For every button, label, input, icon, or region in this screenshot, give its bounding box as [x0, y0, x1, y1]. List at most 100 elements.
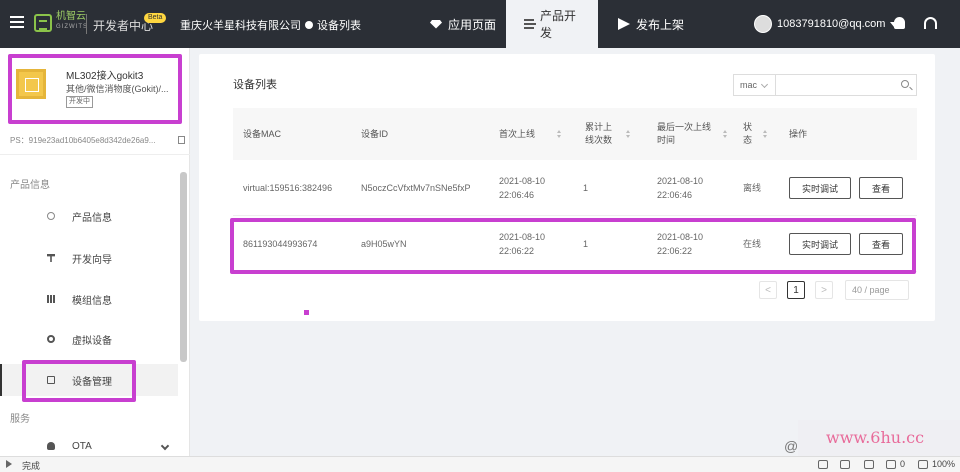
tab-publish[interactable]: 发布上架 — [600, 0, 702, 48]
next-page-button[interactable]: > — [815, 281, 833, 299]
sidebar-item-device-management[interactable]: 设备管理 — [0, 364, 178, 396]
chevron-down-icon — [160, 441, 170, 451]
sort-icon[interactable] — [557, 130, 562, 139]
download-icon[interactable] — [886, 460, 896, 469]
sidebar-item-label: 产品信息 — [72, 212, 112, 224]
watermark-at: @ — [784, 438, 799, 454]
lock-icon[interactable] — [864, 460, 874, 469]
sidebar-item-label: OTA — [72, 440, 92, 452]
marker-dot — [304, 310, 309, 315]
zoom-level: 100% — [932, 459, 956, 469]
user-menu[interactable]: 1083791810@qq.com — [754, 15, 899, 33]
info-circle-icon — [47, 212, 55, 220]
tab-label: 发布上架 — [636, 17, 685, 32]
gem-icon — [430, 19, 442, 29]
page-1-button[interactable]: 1 — [787, 281, 805, 299]
user-email: 1083791810@qq.com — [777, 18, 886, 30]
headset-icon[interactable] — [924, 17, 937, 29]
search-icon[interactable] — [901, 80, 909, 88]
section-service: 服务 — [10, 414, 30, 425]
brand: 机智云 GIZWITS — [56, 11, 88, 33]
product-card[interactable]: ML302接入gokit3 其他/微信消物度(Gokit)/... 开发中 — [8, 54, 182, 124]
divider — [0, 154, 190, 155]
product-name: ML302接入gokit3 — [66, 71, 144, 82]
page-title: 设备列表 — [233, 79, 277, 91]
divider — [86, 14, 87, 34]
product-key: PS：919e23ad10b6405e8d342de26a9... — [10, 136, 156, 145]
column-header-actions: 操作 — [789, 128, 808, 139]
cell-first-online: 2021-08-10 22:06:22 — [499, 232, 546, 256]
document-icon — [47, 376, 55, 384]
column-header-count[interactable]: 累计上线次数 — [585, 108, 617, 160]
tab-product-dev[interactable]: 产品开发 — [506, 0, 598, 48]
avatar — [754, 15, 772, 33]
company-name[interactable]: 重庆火羊星科技有限公司 — [180, 17, 301, 33]
sidebar-item-virtual-device[interactable]: 虚拟设备 — [0, 323, 178, 355]
cell-count: 1 — [583, 239, 589, 249]
sliders-icon — [524, 19, 536, 29]
column-header-last-online[interactable]: 最后一次上线时间 — [657, 108, 715, 160]
play-icon — [6, 460, 12, 468]
cell-count: 1 — [583, 183, 589, 193]
grid-icon — [47, 295, 55, 303]
page-size-select[interactable]: 40 / page — [845, 280, 909, 300]
beta-badge: Beta — [144, 13, 167, 23]
cell-mac: virtual:159516:382496 — [243, 183, 333, 193]
sidebar-item-label: 开发向导 — [72, 254, 112, 266]
column-header-first-online[interactable]: 首次上线 — [499, 108, 535, 160]
status-text: 完成 — [22, 461, 41, 471]
sidebar-item-product-info[interactable]: 产品信息 — [0, 200, 178, 232]
speaker-icon[interactable] — [840, 460, 850, 469]
view-button[interactable]: 查看 — [859, 233, 903, 255]
shield-icon[interactable] — [818, 460, 828, 469]
sidebar-item-dev-guide[interactable]: 开发向导 — [0, 242, 178, 274]
search-input[interactable] — [775, 74, 917, 96]
realtime-debug-button[interactable]: 实时调试 — [789, 177, 851, 199]
copy-icon[interactable] — [178, 136, 185, 144]
search-field-value: mac — [740, 80, 758, 90]
table-header: 设备MAC 设备ID 首次上线 累计上线次数 最后一次上线时间 状态 操作 — [233, 108, 917, 160]
cell-first-online: 2021-08-10 22:06:46 — [499, 176, 546, 200]
search-field-select[interactable]: mac — [733, 74, 775, 96]
device-list-panel: 设备列表 mac 设备MAC 设备ID 首次上线 累计上线次数 最后一次上线时间… — [199, 54, 935, 321]
column-label: 累计上线次数 — [585, 122, 613, 145]
cell-last-online: 2021-08-10 22:06:22 — [657, 232, 704, 256]
cell-status: 离线 — [743, 183, 762, 193]
chevron-down-icon — [760, 80, 769, 89]
cell-last-online: 2021-08-10 22:06:46 — [657, 176, 704, 200]
pin-icon — [47, 254, 55, 262]
send-icon — [618, 18, 630, 30]
info-dot-icon — [305, 21, 313, 29]
breadcrumb: 重庆火羊星科技有限公司 设备列表 — [180, 17, 361, 33]
sidebar-item-label: 模组信息 — [72, 295, 112, 307]
sort-icon[interactable] — [763, 130, 768, 139]
menu-icon[interactable] — [10, 16, 24, 28]
tab-app-pages[interactable]: 应用页面 — [412, 0, 514, 48]
column-header-mac: 设备MAC — [243, 128, 281, 139]
view-button[interactable]: 查看 — [859, 177, 903, 199]
table-row: 861193044993674 a9H05wYN 2021-08-10 22:0… — [233, 216, 917, 272]
gizwits-logo-icon — [34, 14, 52, 32]
sidebar-item-module-info[interactable]: 模组信息 — [0, 283, 178, 315]
sidebar-item-label: 虚拟设备 — [72, 335, 112, 347]
sidebar-scrollbar[interactable] — [180, 172, 187, 362]
prev-page-button[interactable]: < — [759, 281, 777, 299]
product-category: 其他/微信消物度(Gokit)/... — [66, 84, 169, 94]
crumb-page: 设备列表 — [317, 20, 361, 32]
sort-icon[interactable] — [626, 130, 631, 139]
cell-did: a9H05wYN — [361, 239, 407, 249]
cell-mac: 861193044993674 — [243, 239, 318, 249]
sort-icon[interactable] — [723, 130, 728, 139]
column-header-did: 设备ID — [361, 128, 389, 139]
realtime-debug-button[interactable]: 实时调试 — [789, 233, 851, 255]
brand-en: GIZWITS — [56, 24, 88, 30]
tab-label: 产品开发 — [540, 9, 577, 40]
cell-status: 在线 — [743, 239, 762, 249]
section-product-info: 产品信息 — [10, 180, 50, 191]
column-header-status[interactable]: 状态 — [743, 108, 757, 160]
brand-cn: 机智云 — [56, 11, 86, 22]
product-status-badge: 开发中 — [66, 96, 93, 108]
column-label: 首次上线 — [499, 128, 536, 139]
bell-icon[interactable] — [894, 17, 905, 29]
zoom-icon[interactable] — [918, 460, 928, 469]
